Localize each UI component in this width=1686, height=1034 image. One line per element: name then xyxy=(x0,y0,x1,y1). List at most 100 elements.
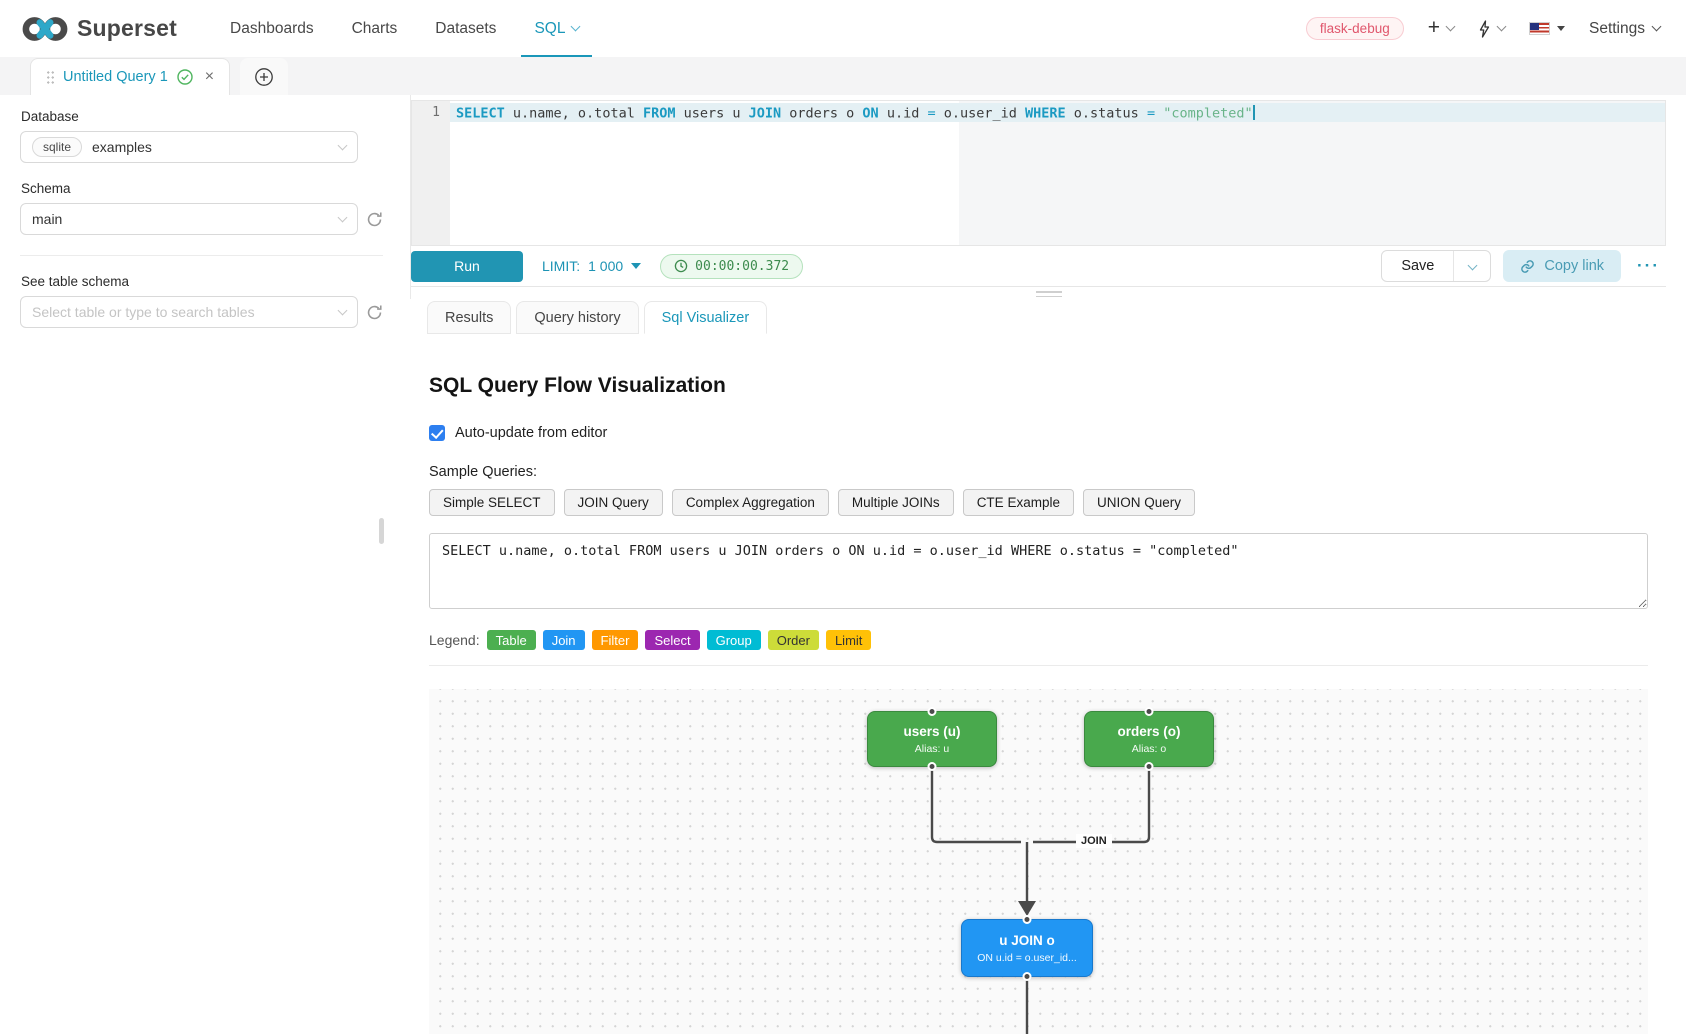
query-tab-untitled-query-1[interactable]: Untitled Query 1 × xyxy=(30,58,230,95)
auto-update-checkbox[interactable] xyxy=(429,425,445,441)
nav-item-dashboards[interactable]: Dashboards xyxy=(211,0,333,57)
table-select[interactable]: Select table or type to search tables xyxy=(20,296,358,328)
clock-icon xyxy=(674,259,688,273)
chevron-down-icon xyxy=(571,22,581,32)
sample-query-button-complex-aggregation[interactable]: Complex Aggregation xyxy=(672,489,829,516)
nav-item-charts[interactable]: Charts xyxy=(333,0,417,57)
superset-logo[interactable]: Superset xyxy=(22,14,177,44)
new-item-button[interactable]: + xyxy=(1428,19,1454,38)
chevron-down-icon xyxy=(338,212,348,222)
save-split-button: Save xyxy=(1381,250,1491,282)
sql-token: = xyxy=(1147,105,1155,121)
more-actions-button[interactable]: ··· xyxy=(1633,256,1664,276)
limit-dropdown[interactable]: LIMIT: 1 000 xyxy=(542,258,641,274)
copy-link-button[interactable]: Copy link xyxy=(1503,250,1621,282)
flow-node-users[interactable]: users (u) Alias: u xyxy=(867,711,997,767)
run-button[interactable]: Run xyxy=(411,251,523,282)
sample-query-button-multiple-joins[interactable]: Multiple JOINs xyxy=(838,489,954,516)
legend-badge-limit: Limit xyxy=(826,630,871,650)
superset-infinity-icon xyxy=(22,14,68,44)
link-icon xyxy=(1520,259,1535,274)
plus-icon: + xyxy=(1428,17,1440,38)
database-label: Database xyxy=(21,109,383,124)
sql-token: = xyxy=(927,105,935,121)
node-handle[interactable] xyxy=(1145,762,1154,771)
top-nav: Superset Dashboards Charts Datasets SQL … xyxy=(0,0,1686,57)
sql-code-line: SELECT u.name, o.total FROM users u JOIN… xyxy=(456,105,1255,122)
schema-value: main xyxy=(32,211,62,227)
table-select-placeholder: Select table or type to search tables xyxy=(32,304,255,320)
sql-visualizer-panel: SQL Query Flow Visualization Auto-update… xyxy=(410,334,1686,1034)
sql-token: o.user_id xyxy=(936,105,1025,121)
sample-query-button-cte-example[interactable]: CTE Example xyxy=(963,489,1074,516)
query-text-input[interactable]: SELECT u.name, o.total FROM users u JOIN… xyxy=(429,533,1648,609)
sql-token xyxy=(1155,105,1163,121)
chevron-down-icon xyxy=(338,140,348,150)
node-handle[interactable] xyxy=(1145,707,1154,716)
database-select[interactable]: sqlite examples xyxy=(20,131,358,163)
text-cursor xyxy=(1253,105,1255,120)
settings-menu[interactable]: Settings xyxy=(1589,20,1660,38)
legend-label: Legend: xyxy=(429,632,480,648)
node-handle[interactable] xyxy=(928,707,937,716)
sql-token: u.id xyxy=(879,105,928,121)
flow-node-join[interactable]: u JOIN o ON u.id = o.user_id... xyxy=(961,919,1093,977)
refresh-tables-button[interactable] xyxy=(365,304,383,321)
nav-item-sql[interactable]: SQL xyxy=(515,0,598,57)
chevron-down-icon xyxy=(1446,22,1456,32)
drag-dots-icon[interactable] xyxy=(46,70,54,84)
sql-token: users u xyxy=(675,105,748,121)
sample-queries-row: Simple SELECT JOIN Query Complex Aggregati… xyxy=(429,489,1648,516)
flow-canvas[interactable]: users (u) Alias: u orders (o) Alias: o u… xyxy=(429,689,1648,1034)
sample-query-button-simple-select[interactable]: Simple SELECT xyxy=(429,489,555,516)
close-icon[interactable]: × xyxy=(205,68,214,86)
auto-update-label: Auto-update from editor xyxy=(455,425,607,441)
workspace: Database sqlite examples Schema main xyxy=(0,95,1686,1034)
sql-token: JOIN xyxy=(749,105,782,121)
tab-results[interactable]: Results xyxy=(427,301,511,334)
result-tabs: Results Query history Sql Visualizer xyxy=(427,301,1686,334)
table-schema-label: See table schema xyxy=(21,274,383,289)
legend-badge-group: Group xyxy=(707,630,761,650)
sql-token: "completed" xyxy=(1163,105,1252,121)
save-button[interactable]: Save xyxy=(1382,251,1454,281)
flow-node-orders[interactable]: orders (o) Alias: o xyxy=(1084,711,1214,767)
query-shortcut-button[interactable] xyxy=(1478,20,1505,38)
sample-query-button-join-query[interactable]: JOIN Query xyxy=(564,489,663,516)
environment-badge: flask-debug xyxy=(1306,17,1404,40)
node-handle[interactable] xyxy=(1023,972,1032,981)
nav-menu: Dashboards Charts Datasets SQL xyxy=(211,0,598,57)
dropdown-arrow-icon xyxy=(631,263,641,269)
node-handle[interactable] xyxy=(928,762,937,771)
schema-select[interactable]: main xyxy=(20,203,358,235)
timer-value: 00:00:00.372 xyxy=(695,259,789,274)
query-timer-badge: 00:00:00.372 xyxy=(660,254,803,279)
pane-resize-grip[interactable] xyxy=(1036,291,1062,297)
tab-query-history[interactable]: Query history xyxy=(516,301,638,334)
sql-token: orders o xyxy=(781,105,862,121)
new-query-tab-button[interactable] xyxy=(240,58,288,95)
chevron-down-icon xyxy=(1467,260,1477,270)
language-picker[interactable] xyxy=(1529,22,1565,35)
save-options-button[interactable] xyxy=(1454,251,1490,281)
us-flag-icon xyxy=(1529,22,1550,35)
editor-print-margin-area xyxy=(959,101,1665,245)
editor-gutter: 1 xyxy=(412,101,450,245)
nav-right: flask-debug + Settings xyxy=(1306,17,1660,40)
database-value: examples xyxy=(92,139,152,155)
sidebar-resize-handle[interactable] xyxy=(379,518,384,544)
nav-item-datasets[interactable]: Datasets xyxy=(416,0,515,57)
sql-editor[interactable]: 1 SELECT u.name, o.total FROM users u JO… xyxy=(411,100,1666,245)
tab-sql-visualizer[interactable]: Sql Visualizer xyxy=(644,301,768,334)
database-engine-badge: sqlite xyxy=(32,137,82,157)
sample-query-button-union-query[interactable]: UNION Query xyxy=(1083,489,1195,516)
sql-token: FROM xyxy=(643,105,676,121)
legend-badge-filter: Filter xyxy=(592,630,639,650)
refresh-schema-button[interactable] xyxy=(365,211,383,228)
limit-value: 1 000 xyxy=(588,258,623,274)
saved-check-icon xyxy=(177,69,193,85)
brand-name: Superset xyxy=(77,15,177,42)
query-tab-strip: Untitled Query 1 × xyxy=(0,57,1686,95)
node-handle[interactable] xyxy=(1023,915,1032,924)
chevron-down-icon xyxy=(338,305,348,315)
